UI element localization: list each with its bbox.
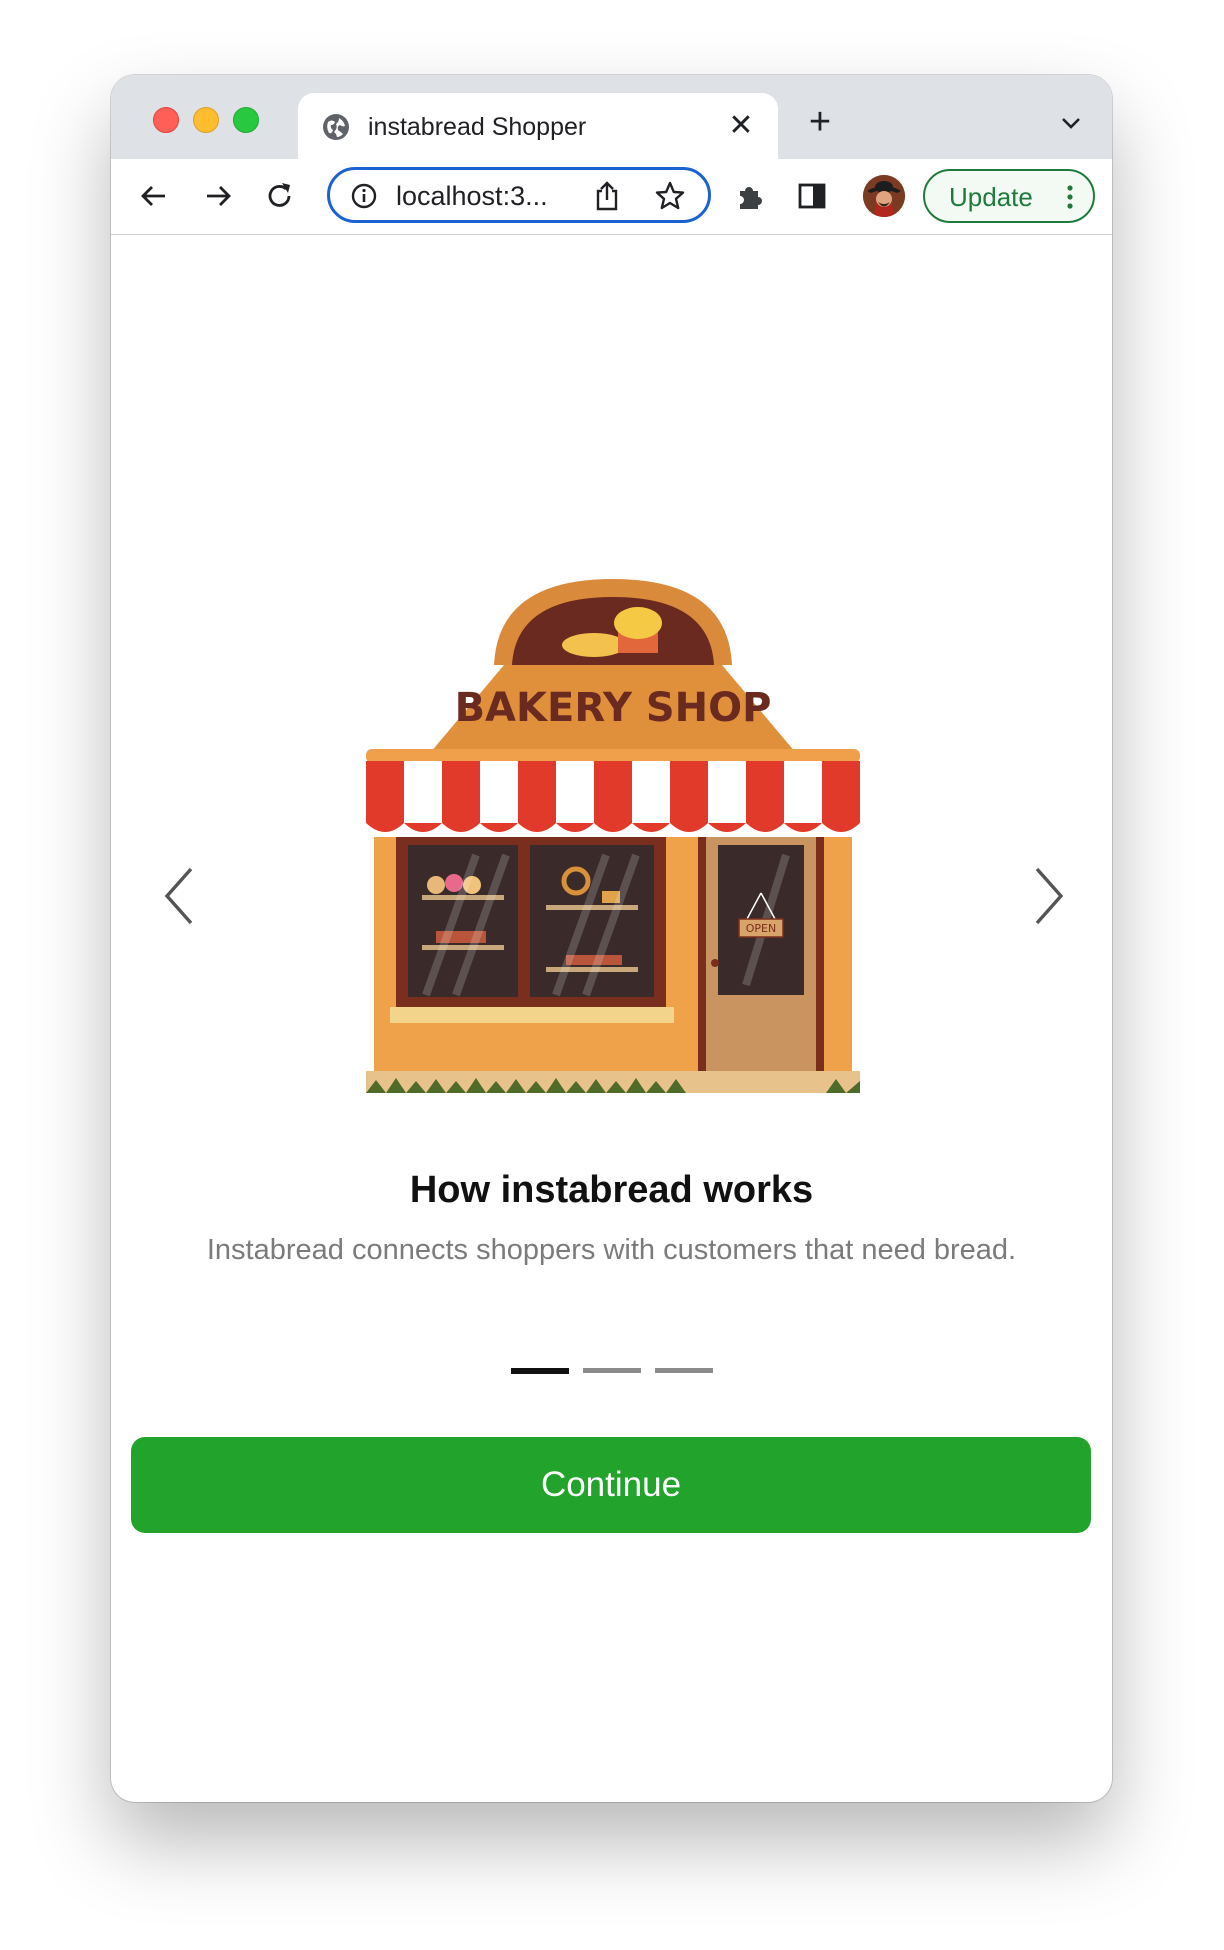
previous-slide-chevron-icon[interactable]: [159, 863, 199, 929]
open-sign-text: OPEN: [746, 922, 776, 935]
back-arrow-icon[interactable]: [137, 179, 171, 213]
url-text: localhost:3...: [396, 181, 548, 211]
address-bar[interactable]: localhost:3...: [327, 167, 711, 223]
new-tab-icon[interactable]: +: [803, 103, 837, 141]
bookmark-star-icon[interactable]: [654, 180, 686, 212]
pagination-dot-2[interactable]: [583, 1368, 641, 1373]
next-slide-chevron-icon[interactable]: [1029, 863, 1069, 929]
striped-awning: [366, 761, 860, 832]
extensions-puzzle-icon[interactable]: [733, 179, 767, 213]
browser-toolbar: localhost:3... Update: [111, 159, 1112, 235]
tab-close-icon[interactable]: ✕: [726, 111, 756, 141]
carousel-pagination: [511, 1368, 721, 1374]
onboarding-page: BAKERY SHOP OPEN How instabread works In…: [111, 235, 1112, 1802]
tab-strip: instabread Shopper ✕ +: [111, 75, 1112, 159]
continue-button[interactable]: Continue: [131, 1437, 1091, 1533]
browser-tab[interactable]: instabread Shopper ✕: [298, 93, 778, 159]
bakery-sign-text: BAKERY SHOP: [455, 685, 772, 731]
tab-search-chevron-icon[interactable]: [1060, 113, 1082, 133]
globe-icon: [323, 114, 349, 140]
tab-title: instabread Shopper: [368, 113, 587, 141]
profile-picture-icon: [863, 175, 905, 217]
update-label: Update: [949, 182, 1033, 212]
more-vertical-icon[interactable]: [1067, 185, 1073, 209]
side-panel-icon[interactable]: [795, 179, 829, 213]
update-button[interactable]: Update: [923, 169, 1095, 223]
forward-arrow-icon[interactable]: [201, 179, 235, 213]
reload-icon[interactable]: [263, 179, 297, 213]
onboarding-headline: How instabread works: [409, 1169, 814, 1211]
zoom-window-button[interactable]: [233, 107, 259, 133]
bakery-shop-illustration: BAKERY SHOP OPEN: [366, 579, 860, 1093]
pagination-dot-1[interactable]: [511, 1368, 569, 1374]
minimize-window-button[interactable]: [193, 107, 219, 133]
pagination-dot-3[interactable]: [655, 1368, 713, 1373]
onboarding-description: Instabread connects shoppers with custom…: [206, 1234, 1017, 1266]
close-window-button[interactable]: [153, 107, 179, 133]
share-icon[interactable]: [592, 180, 622, 212]
profile-avatar[interactable]: [863, 175, 905, 217]
browser-window: instabread Shopper ✕ + localhost:3... Up…: [111, 75, 1112, 1802]
site-info-icon[interactable]: [350, 182, 378, 210]
